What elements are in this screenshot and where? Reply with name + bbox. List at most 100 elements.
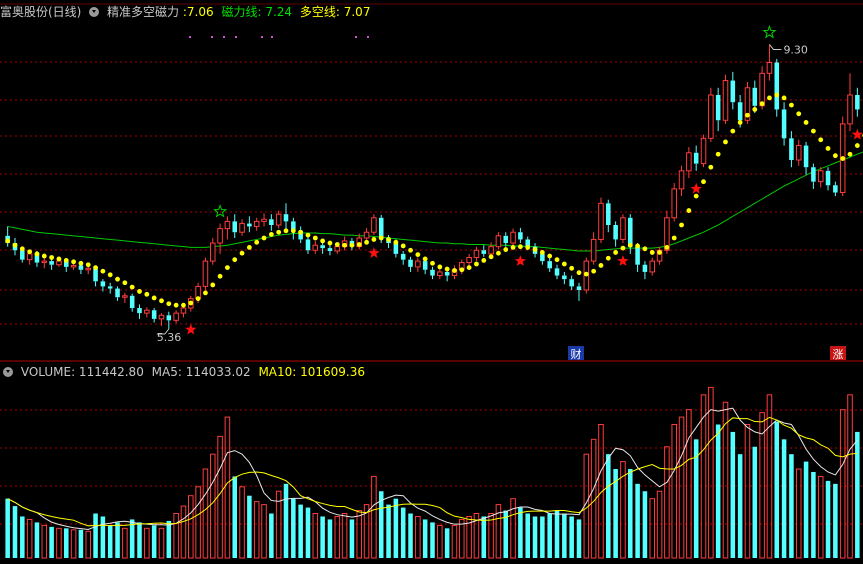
magnet-dot (246, 244, 252, 250)
volume-bar (217, 435, 223, 559)
magnet-dot (803, 120, 809, 125)
magnet-dot (474, 261, 479, 267)
ma-line (7, 151, 863, 252)
candle (408, 259, 413, 267)
magnet-dot (19, 246, 25, 252)
volume-bar (671, 424, 677, 559)
candle (371, 217, 377, 233)
magnet-dot (481, 257, 487, 263)
magnet-dot (400, 243, 406, 249)
volume-bar (26, 518, 33, 559)
candle (444, 271, 450, 276)
candle (686, 152, 692, 172)
candle (56, 260, 62, 266)
red-star (368, 247, 380, 258)
magnet-dot (41, 253, 47, 259)
candle (620, 217, 626, 240)
magnet-dot (49, 255, 55, 260)
volume-bar (239, 486, 245, 559)
limit-up-badge: 涨 (833, 348, 844, 361)
volume-bar (269, 513, 274, 558)
magnet-dot (759, 101, 765, 107)
volume-bar (562, 513, 567, 558)
volume-bar (678, 416, 685, 559)
purple-mark (261, 36, 263, 38)
candle (759, 72, 765, 107)
magnet-dot (327, 240, 333, 246)
magnet-dot (561, 261, 567, 267)
magnet-dot (137, 289, 142, 294)
candle (41, 260, 48, 264)
candle (320, 245, 325, 249)
volume-bar (532, 516, 538, 558)
magnet-dot (444, 266, 450, 272)
candle (20, 250, 25, 260)
volume-bar (291, 498, 296, 558)
candle (766, 62, 773, 74)
magnet-dot (715, 151, 721, 157)
volume-ma10-line (7, 416, 858, 527)
volume-bar (817, 475, 824, 559)
candle (253, 220, 260, 227)
volume-bar (855, 431, 860, 558)
candle (613, 225, 618, 240)
volume-bar (627, 469, 633, 558)
magnet-dot (430, 260, 435, 266)
magnet-dot (723, 139, 728, 145)
volume-bar (518, 507, 523, 558)
volume-bar (349, 519, 355, 558)
volume-bar (247, 495, 252, 558)
candle (334, 246, 341, 252)
magnet-dot (261, 235, 267, 241)
volume-bar (93, 513, 98, 558)
magnet-dot (320, 238, 326, 244)
volume-bar (451, 524, 458, 559)
volume-bar (635, 483, 640, 558)
magnet-dot (268, 231, 274, 237)
candle (708, 94, 714, 139)
magnet-dot (422, 256, 428, 262)
volume-bar (803, 461, 809, 558)
indicator-name[interactable]: 精准多空磁力 (107, 5, 179, 19)
magnet-dot (671, 235, 677, 241)
volume-bar (576, 519, 582, 558)
ma5-label: MA5: 114033.02 (151, 365, 251, 379)
red-star (514, 255, 527, 266)
magnet-dot (532, 247, 538, 252)
candle (305, 239, 311, 251)
candle (137, 308, 142, 314)
candle (693, 152, 699, 164)
magnet-dot (539, 250, 545, 255)
candle (202, 260, 209, 287)
volume-bar (606, 454, 611, 558)
magnet-dot (466, 265, 472, 271)
volume-bar (386, 504, 391, 558)
volume-bar (209, 453, 216, 559)
magnet-dot (598, 263, 604, 268)
candle (811, 167, 816, 182)
volume-bar (341, 513, 348, 559)
price-header: 富奥股份(日线) 精准多空磁力 :7.06 磁力线: 7.24 多空线: 7.0… (0, 2, 374, 22)
magnet-dot (5, 238, 11, 244)
candle (247, 223, 252, 227)
candle (803, 145, 809, 168)
volume-bar (129, 519, 135, 558)
magnet-dot (679, 222, 684, 228)
candle (430, 269, 435, 276)
volume-bar (737, 454, 743, 558)
volume-menu-icon[interactable] (3, 367, 13, 377)
magnet-dot (27, 249, 33, 255)
volume-bar (422, 519, 428, 558)
magnet-dot (298, 229, 304, 235)
magnet-dot (195, 296, 201, 302)
magnet-dot (774, 92, 780, 98)
volume-ma-layer (7, 407, 858, 531)
volume-bar (730, 431, 736, 558)
indicator-menu-icon[interactable] (89, 7, 100, 17)
volume-bar (56, 527, 62, 559)
magnet-dot (115, 276, 120, 282)
red-star (851, 128, 863, 140)
candle (635, 246, 640, 265)
candle (488, 246, 494, 255)
candle (547, 261, 552, 269)
